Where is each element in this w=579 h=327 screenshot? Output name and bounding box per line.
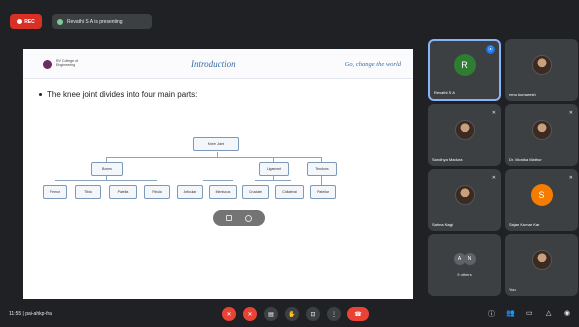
- diagram-node: Tendons: [307, 162, 337, 176]
- top-bar: REC Revathi S A is presenting: [0, 10, 579, 34]
- presentation-overlay-controls[interactable]: [213, 210, 265, 226]
- connector-line: [255, 180, 291, 181]
- speaking-icon: ⦿: [486, 45, 495, 54]
- slide-header: RV College of Engineering Introduction G…: [23, 49, 413, 79]
- diagram-node: Collateral: [275, 185, 304, 199]
- others-tile[interactable]: A N 9 others: [428, 234, 501, 296]
- others-count: 9 others: [457, 272, 472, 277]
- avatar: [531, 55, 552, 76]
- avatar: [454, 185, 475, 206]
- participant-name: Sahna Nagi: [432, 222, 453, 227]
- participant-name: Dr. Monika Mathur: [509, 157, 542, 162]
- diagram-node: Ligament: [259, 162, 289, 176]
- avatar: N: [463, 252, 476, 265]
- info-icon[interactable]: ⓘ: [488, 309, 495, 319]
- slide-tagline: Go, change the world: [344, 61, 401, 68]
- diagram-node: Femur: [43, 185, 67, 199]
- participant-name: Sandhya Madura: [432, 157, 463, 162]
- raise-hand-button[interactable]: ✋: [285, 307, 299, 321]
- connector-line: [55, 180, 157, 181]
- diagram-node-root: Knee Joint: [193, 137, 239, 151]
- presenting-icon: [57, 18, 63, 25]
- avatar: [531, 250, 552, 271]
- diagram-node: Fibula: [144, 185, 170, 199]
- slide-bullet: The knee joint divides into four main pa…: [39, 90, 197, 99]
- college-logo: [43, 60, 52, 69]
- stop-sharing-icon[interactable]: [245, 214, 253, 222]
- participant-tile[interactable]: ⦿ R Revathi S A: [428, 39, 501, 101]
- participant-tile[interactable]: ✕ Dr. Monika Mathur: [505, 104, 578, 166]
- participant-name: renu kumaresh: [509, 92, 536, 97]
- people-icon[interactable]: 👥: [506, 309, 515, 317]
- others-avatars: A N: [453, 252, 476, 265]
- slide-title: Introduction: [191, 59, 236, 69]
- participant-tile[interactable]: ✕ S Sajan Kumar Kar: [505, 169, 578, 231]
- college-name: RV College of Engineering: [56, 59, 79, 68]
- mic-off-button[interactable]: ✕: [222, 307, 236, 321]
- participant-tile-self[interactable]: You: [505, 234, 578, 296]
- mic-muted-icon: ✕: [491, 175, 496, 181]
- diagram-node: Bones: [91, 162, 123, 176]
- present-button[interactable]: ⊡: [306, 307, 320, 321]
- participant-tile[interactable]: ✕ Sandhya Madura: [428, 104, 501, 166]
- camera-off-button[interactable]: ✕: [243, 307, 257, 321]
- bullet-icon: [39, 93, 42, 96]
- mic-muted-icon: ✕: [568, 175, 573, 181]
- record-dot-icon: [17, 19, 23, 24]
- presenting-text: Revathi S A is presenting: [67, 18, 123, 25]
- participant-name: Sajan Kumar Kar: [509, 222, 540, 227]
- diagram-node: Patella: [109, 185, 137, 199]
- diagram-node: Articular: [177, 185, 203, 199]
- mic-muted-icon: ✕: [568, 110, 573, 116]
- diagram-node: Tibia: [75, 185, 101, 199]
- more-options-button[interactable]: ⋮: [327, 307, 341, 321]
- avatar: [454, 120, 475, 141]
- participant-tile[interactable]: ✕ Sahna Nagi: [428, 169, 501, 231]
- recording-badge[interactable]: REC: [10, 14, 42, 29]
- diagram-node: Cruciate: [242, 185, 269, 199]
- avatar: [531, 120, 552, 141]
- bullet-text: The knee joint divides into four main pa…: [47, 90, 198, 99]
- avatar: S: [530, 184, 553, 207]
- connector-line: [203, 180, 233, 181]
- recording-label: REC: [24, 18, 35, 25]
- diagram-node: Meniscus: [209, 185, 237, 199]
- host-controls-icon[interactable]: ◉: [564, 309, 570, 317]
- mic-muted-icon: ✕: [491, 110, 496, 116]
- presenting-indicator[interactable]: Revathi S A is presenting: [52, 14, 152, 29]
- connector-line: [106, 157, 321, 158]
- chat-icon[interactable]: ▭: [526, 309, 533, 317]
- diagram-node: Patellar: [310, 185, 336, 199]
- bottom-bar: 11:55 | pai-ahkp-fra ✕ ✕ ▤ ✋ ⊡ ⋮ ☎ ⓘ 👥 ▭…: [0, 304, 579, 327]
- captions-button[interactable]: ▤: [264, 307, 278, 321]
- leave-call-button[interactable]: ☎: [347, 307, 369, 321]
- participant-name: You: [509, 287, 516, 292]
- avatar: R: [453, 54, 476, 77]
- activities-icon[interactable]: △: [546, 309, 551, 317]
- fullscreen-icon[interactable]: [225, 215, 232, 221]
- meeting-info: 11:55 | pai-ahkp-fra: [9, 311, 52, 317]
- participant-name: Revathi S A: [434, 90, 455, 95]
- shared-screen: RV College of Engineering Introduction G…: [23, 49, 413, 299]
- participant-tile[interactable]: renu kumaresh: [505, 39, 578, 101]
- connector-line: [321, 176, 322, 185]
